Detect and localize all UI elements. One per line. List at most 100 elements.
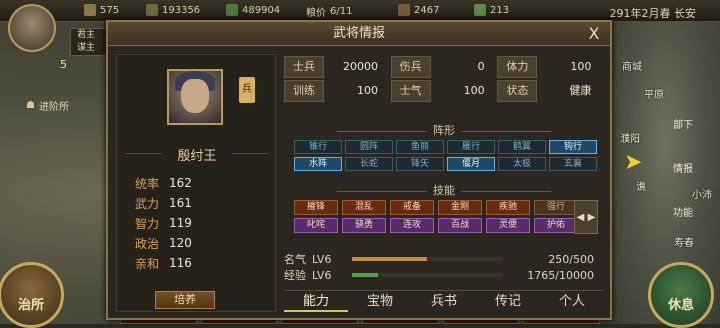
player-rank: 君主 谋主 <box>70 28 110 56</box>
skill-item[interactable]: 叱咤 <box>294 218 338 233</box>
skill-item[interactable]: 疾驰 <box>486 200 530 215</box>
troop-icon <box>398 4 410 16</box>
formation-item[interactable]: 太极 <box>498 157 546 171</box>
flag-icon <box>474 4 486 16</box>
troop-stat-value: 100 <box>357 84 378 97</box>
tab-3[interactable]: 传记 <box>476 291 540 312</box>
skill-item[interactable]: 戒备 <box>390 200 434 215</box>
resource-value: 2467 <box>414 4 440 16</box>
fame-row: 名气 LV6 250/500 <box>284 252 604 267</box>
general-portrait <box>167 69 223 125</box>
skill-title: 技能 <box>433 184 455 197</box>
fame-level: LV6 <box>312 252 332 266</box>
face-shape <box>181 79 209 113</box>
formation-item[interactable]: 偃月 <box>447 157 495 171</box>
side-button-subordinates[interactable]: 部下 <box>664 116 702 150</box>
skill-item[interactable]: 金刚 <box>438 200 482 215</box>
city-label[interactable]: 谯 <box>636 178 646 193</box>
rest-label: 休息 <box>667 298 694 313</box>
governance-label: 治所 <box>17 298 44 313</box>
attribute-value: 120 <box>169 236 192 250</box>
divider <box>337 190 427 192</box>
governance-button[interactable]: 治所 <box>0 262 64 328</box>
exp-value: 1765/10000 <box>527 268 594 282</box>
formation-title: 阵形 <box>433 124 455 137</box>
side-button-intel[interactable]: 情报 <box>664 160 702 194</box>
rank-line: 君主 <box>77 30 96 40</box>
general-attributes: 统率 162 武力 161 智力 119 政治 120 亲和 116 <box>135 173 245 273</box>
formation-item[interactable]: 钩行 <box>549 140 597 154</box>
attribute-row: 智力 119 <box>135 213 245 233</box>
formation-item[interactable]: 水阵 <box>294 157 342 171</box>
troop-stat-value: 100 <box>570 60 592 73</box>
formation-item[interactable]: 玄襄 <box>549 157 597 171</box>
fame-value: 250/500 <box>548 252 594 266</box>
exp-row: 经验 LV6 1765/10000 <box>284 268 604 283</box>
skill-item[interactable]: 摧锋 <box>294 200 338 215</box>
attribute-row: 政治 120 <box>135 233 245 253</box>
tab-4[interactable]: 个人 <box>540 291 604 312</box>
formation-section-title: 阵形 <box>284 122 604 138</box>
train-button[interactable]: 培养 <box>155 291 215 309</box>
fame-bar <box>352 257 502 261</box>
advancement-button[interactable]: ☗ 进阶所 <box>26 96 86 114</box>
tab-2[interactable]: 兵书 <box>412 291 476 312</box>
fame-label: 名气 <box>284 253 306 266</box>
troop-stat-value: 0 <box>477 60 485 73</box>
troop-stat-value: 健康 <box>569 84 592 97</box>
city-label[interactable]: 商城 <box>622 58 642 73</box>
exp-label: 经验 <box>284 269 306 282</box>
skill-item[interactable]: 灵便 <box>486 218 530 233</box>
formation-item[interactable]: 鱼丽 <box>396 140 444 154</box>
formation-item[interactable]: 长蛇 <box>345 157 393 171</box>
formation-item[interactable]: 圆阵 <box>345 140 393 154</box>
close-button[interactable]: X <box>584 24 604 44</box>
troop-stats-row: 训练 100 士气 100 状态 健康 <box>284 80 604 102</box>
skill-item[interactable]: 连攻 <box>390 218 434 233</box>
general-details: 士兵 20000 伤兵 0 体力 100 训练 100 士气 100 状态 健康 阵形 锥行… <box>284 54 604 312</box>
divider <box>461 130 551 132</box>
gold-icon <box>84 4 96 16</box>
resource-bar: 575 193356 489904 粮价 6/11 2467 213 291年2月… <box>0 0 720 22</box>
skill-item[interactable]: 护佑 <box>534 218 578 233</box>
detail-tabs: 能力 宝物 兵书 传记 个人 <box>284 290 604 312</box>
formation-item[interactable]: 锋矢 <box>396 157 444 171</box>
skill-item[interactable]: 百战 <box>438 218 482 233</box>
attribute-row: 统率 162 <box>135 173 245 193</box>
attribute-value: 119 <box>169 216 192 230</box>
player-avatar[interactable] <box>8 4 56 52</box>
formation-item[interactable]: 锥行 <box>294 140 342 154</box>
skill-scroller[interactable]: ◀ ▶ <box>574 200 598 234</box>
resource-price: 粮价 6/11 <box>306 4 352 19</box>
resource-value: 489904 <box>242 4 281 16</box>
skill-item[interactable]: 强行 <box>534 200 578 215</box>
skill-item[interactable]: 混乱 <box>342 200 386 215</box>
chevron-right-icon[interactable]: ▶ <box>588 212 596 223</box>
skill-item[interactable]: 骁勇 <box>342 218 386 233</box>
troop-stat-value: 100 <box>463 84 485 97</box>
troop-stat: 伤兵 0 <box>390 56 498 78</box>
dialog-title: 武将情报 <box>108 22 610 46</box>
formation-grid: 锥行 圆阵 鱼丽 雁行 鹤翼 钩行水阵 长蛇 锋矢 偃月 太极 玄襄 <box>294 140 598 171</box>
formation-item[interactable]: 雁行 <box>447 140 495 154</box>
resource-value: 193356 <box>162 4 201 16</box>
troop-stat-key: 训练 <box>284 80 324 102</box>
city-label[interactable]: 濮阳 <box>620 130 640 145</box>
attribute-key: 政治 <box>135 236 160 251</box>
resource-troops: 2467 <box>398 4 439 16</box>
divider <box>461 190 551 192</box>
tab-0[interactable]: 能力 <box>284 291 348 312</box>
tab-1[interactable]: 宝物 <box>348 291 412 312</box>
grain-icon <box>226 4 238 16</box>
divider <box>337 130 427 132</box>
rank-line: 谋主 <box>77 43 96 53</box>
troop-stat-key: 体力 <box>497 56 538 78</box>
exp-bar-fill <box>352 273 379 277</box>
formation-item[interactable]: 鹤翼 <box>498 140 546 154</box>
exp-level: LV6 <box>312 268 332 282</box>
city-label[interactable]: 平原 <box>644 86 664 101</box>
chevron-left-icon[interactable]: ◀ <box>577 212 585 223</box>
side-button-functions[interactable]: 功能 <box>664 204 702 238</box>
resource-gold: 575 <box>84 4 119 16</box>
rest-button[interactable]: 休息 <box>648 262 714 328</box>
